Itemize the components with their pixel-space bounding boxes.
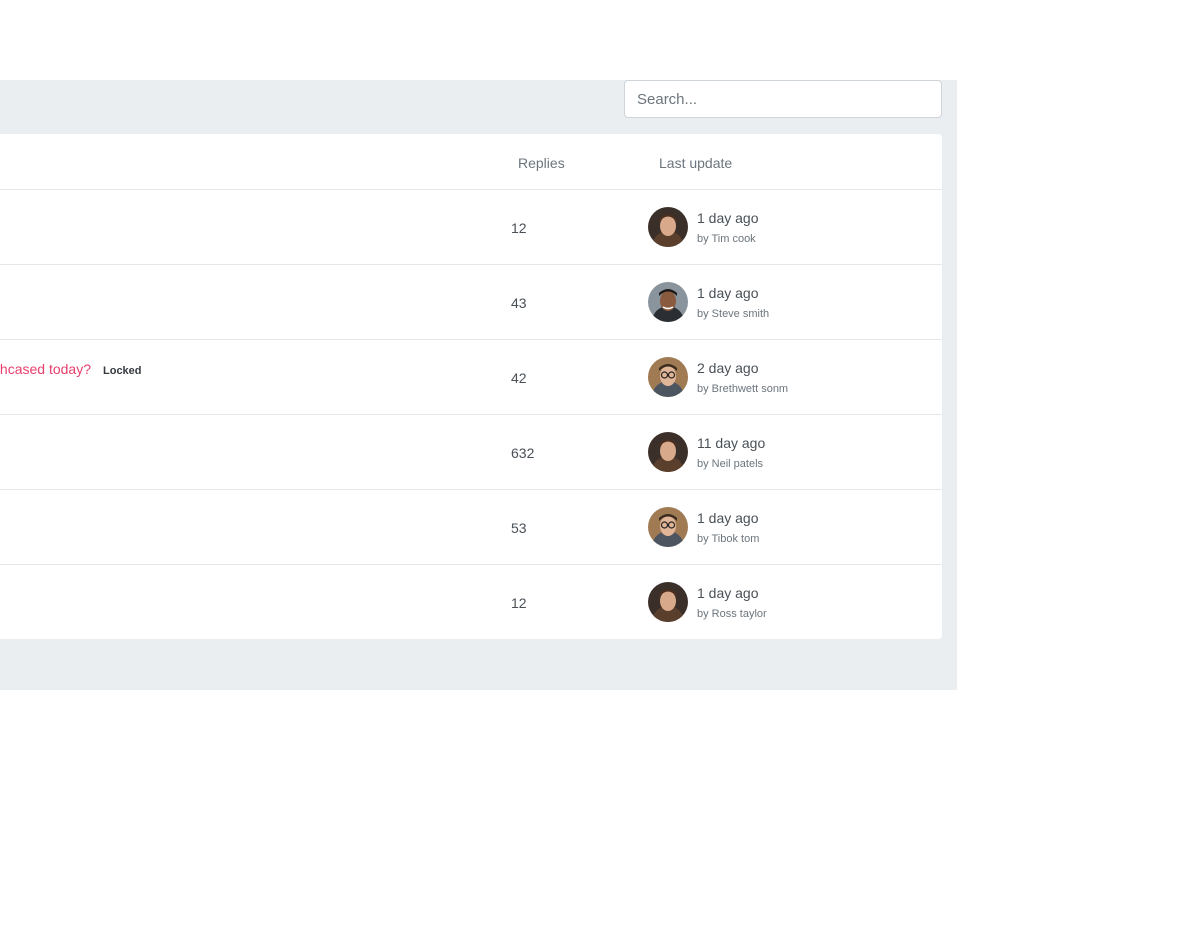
last-update-author[interactable]: by Steve smith (697, 308, 769, 320)
locked-badge: Locked (103, 365, 142, 377)
man-brown-hair-avatar-icon (648, 582, 688, 622)
avatar[interactable] (648, 507, 688, 547)
man-brown-hair-avatar-icon (648, 432, 688, 472)
avatar[interactable] (648, 357, 688, 397)
man-glasses-avatar-icon (648, 357, 688, 397)
table-row[interactable]: rhcased today? Locked 42 2 day ago by Br… (0, 340, 942, 415)
table-row[interactable]: 12 1 day ago by Tim cook (0, 190, 942, 265)
replies-count: 43 (511, 295, 527, 311)
last-update-time: 1 day ago (697, 585, 759, 601)
replies-count: 42 (511, 370, 527, 386)
last-update-column-header: Last update (659, 155, 733, 171)
replies-count: 632 (511, 445, 535, 461)
avatar[interactable] (648, 582, 688, 622)
table-row[interactable]: 43 1 day ago by Steve smith (0, 265, 942, 340)
last-update-author[interactable]: by Ross taylor (697, 608, 767, 620)
replies-column-header: Replies (518, 155, 565, 171)
last-update-author[interactable]: by Brethwett sonm (697, 383, 788, 395)
last-update-time: 1 day ago (697, 510, 759, 526)
last-update-time: 1 day ago (697, 285, 759, 301)
table-row[interactable]: 53 1 day ago by Tibok tom (0, 490, 942, 565)
last-update-time: 2 day ago (697, 360, 759, 376)
table-row[interactable]: 632 11 day ago by Neil patels (0, 415, 942, 490)
last-update-author[interactable]: by Tim cook (697, 233, 756, 245)
avatar[interactable] (648, 282, 688, 322)
avatar[interactable] (648, 207, 688, 247)
last-update-time: 11 day ago (697, 435, 766, 451)
replies-count: 12 (511, 595, 527, 611)
search-input[interactable] (624, 80, 942, 118)
replies-count: 53 (511, 520, 527, 536)
last-update-time: 1 day ago (697, 210, 759, 226)
topic-title-link[interactable]: rhcased today? (0, 361, 91, 377)
replies-count: 12 (511, 220, 527, 236)
last-update-author[interactable]: by Tibok tom (697, 533, 759, 545)
man-brown-hair-avatar-icon (648, 207, 688, 247)
last-update-author[interactable]: by Neil patels (697, 458, 763, 470)
table-row[interactable]: 12 1 day ago by Ross taylor (0, 565, 942, 639)
topics-table: Replies Last update 12 1 day ago by Tim … (0, 134, 942, 639)
table-header: Replies Last update (0, 134, 942, 190)
forum-panel: Replies Last update 12 1 day ago by Tim … (0, 80, 957, 690)
man-glasses-avatar-icon (648, 507, 688, 547)
avatar[interactable] (648, 432, 688, 472)
man-dark-hair-avatar-icon (648, 282, 688, 322)
